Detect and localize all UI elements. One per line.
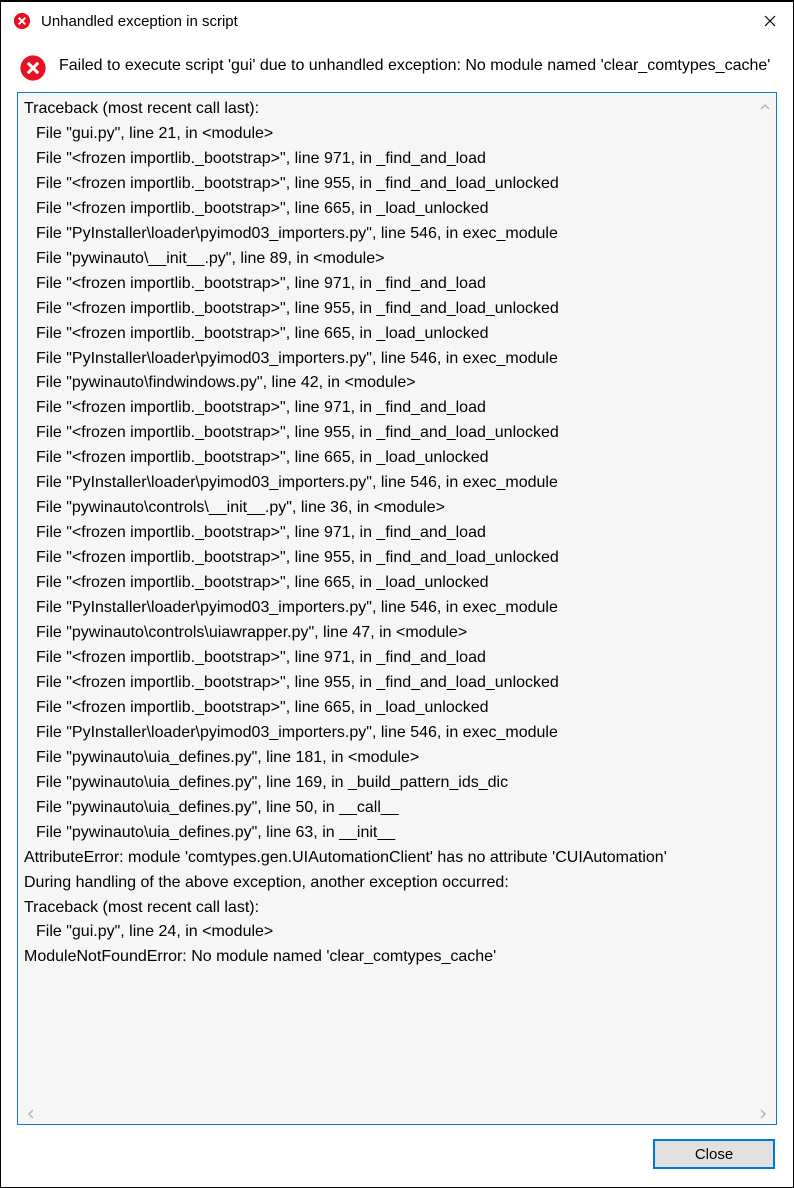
traceback-line: File "<frozen importlib._bootstrap>", li… — [24, 671, 770, 696]
traceback-line: ModuleNotFoundError: No module named 'cl… — [24, 945, 770, 970]
traceback-line: File "<frozen importlib._bootstrap>", li… — [24, 571, 770, 596]
traceback-line: File "<frozen importlib._bootstrap>", li… — [24, 147, 770, 172]
traceback-line: File "gui.py", line 21, in <module> — [24, 122, 770, 147]
close-button[interactable]: Close — [653, 1139, 775, 1169]
traceback-line: File "PyInstaller\loader\pyimod03_import… — [24, 222, 770, 247]
traceback-line: File "<frozen importlib._bootstrap>", li… — [24, 297, 770, 322]
message-area: Failed to execute script 'gui' due to un… — [1, 40, 793, 92]
traceback-line: Traceback (most recent call last): — [24, 97, 770, 122]
traceback-line: File "<frozen importlib._bootstrap>", li… — [24, 396, 770, 421]
traceback-line: File "pywinauto\uia_defines.py", line 50… — [24, 796, 770, 821]
traceback-line: File "<frozen importlib._bootstrap>", li… — [24, 546, 770, 571]
traceback-panel: Traceback (most recent call last):File "… — [17, 92, 777, 1125]
traceback-line: File "gui.py", line 24, in <module> — [24, 920, 770, 945]
traceback-line: Traceback (most recent call last): — [24, 896, 770, 921]
error-icon — [13, 12, 31, 30]
traceback-line: AttributeError: module 'comtypes.gen.UIA… — [24, 846, 770, 871]
traceback-line: File "<frozen importlib._bootstrap>", li… — [24, 446, 770, 471]
scroll-up-arrow[interactable] — [760, 99, 770, 115]
titlebar: Unhandled exception in script — [1, 2, 793, 40]
traceback-line: File "PyInstaller\loader\pyimod03_import… — [24, 471, 770, 496]
traceback-line: File "pywinauto\controls\__init__.py", l… — [24, 496, 770, 521]
traceback-line: File "<frozen importlib._bootstrap>", li… — [24, 646, 770, 671]
traceback-line: File "<frozen importlib._bootstrap>", li… — [24, 521, 770, 546]
close-icon — [764, 15, 776, 27]
scroll-left-arrow[interactable] — [26, 1106, 36, 1122]
error-icon — [19, 54, 47, 82]
scroll-right-arrow[interactable] — [758, 1106, 768, 1122]
traceback-line: File "<frozen importlib._bootstrap>", li… — [24, 322, 770, 347]
traceback-line: File "PyInstaller\loader\pyimod03_import… — [24, 721, 770, 746]
traceback-line: File "<frozen importlib._bootstrap>", li… — [24, 696, 770, 721]
traceback-line: During handling of the above exception, … — [24, 871, 770, 896]
traceback-line: File "pywinauto\__init__.py", line 89, i… — [24, 247, 770, 272]
traceback-line: File "pywinauto\uia_defines.py", line 16… — [24, 771, 770, 796]
dialog-window: Unhandled exception in script Failed to … — [0, 0, 794, 1188]
traceback-line: File "pywinauto\controls\uiawrapper.py",… — [24, 621, 770, 646]
window-close-button[interactable] — [747, 2, 793, 40]
traceback-line: File "PyInstaller\loader\pyimod03_import… — [24, 596, 770, 621]
traceback-line: File "<frozen importlib._bootstrap>", li… — [24, 172, 770, 197]
button-row: Close — [1, 1131, 793, 1187]
horizontal-scrollbar[interactable] — [18, 1104, 776, 1124]
error-message: Failed to execute script 'gui' due to un… — [59, 54, 770, 77]
traceback-line: File "<frozen importlib._bootstrap>", li… — [24, 421, 770, 446]
traceback-line: File "<frozen importlib._bootstrap>", li… — [24, 272, 770, 297]
traceback-text[interactable]: Traceback (most recent call last):File "… — [18, 93, 776, 1104]
traceback-line: File "pywinauto\uia_defines.py", line 18… — [24, 746, 770, 771]
traceback-line: File "<frozen importlib._bootstrap>", li… — [24, 197, 770, 222]
traceback-line: File "pywinauto\uia_defines.py", line 63… — [24, 821, 770, 846]
traceback-line: File "PyInstaller\loader\pyimod03_import… — [24, 347, 770, 372]
window-title: Unhandled exception in script — [41, 13, 747, 30]
traceback-line: File "pywinauto\findwindows.py", line 42… — [24, 371, 770, 396]
